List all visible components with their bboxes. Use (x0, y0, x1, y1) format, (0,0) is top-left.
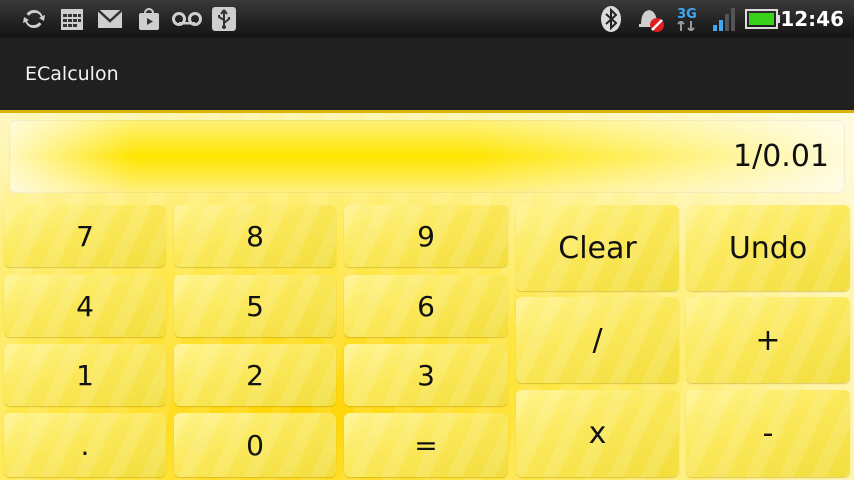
voicemail-icon (170, 6, 204, 32)
key-4[interactable]: 4 (4, 275, 166, 337)
key-3[interactable]: 3 (344, 344, 508, 406)
key-2[interactable]: 2 (174, 344, 336, 406)
status-bar: 3G 12:46 (0, 0, 854, 38)
alarm-off-icon (634, 6, 668, 32)
gmail-icon (96, 6, 124, 32)
usb-icon (210, 6, 238, 32)
key-7[interactable]: 7 (4, 205, 166, 267)
key-1[interactable]: 1 (4, 344, 166, 406)
calculator-panel: 1/0.01 7 8 9 4 5 6 1 2 3 . 0 = Clear Und… (0, 113, 854, 480)
key-5[interactable]: 5 (174, 275, 336, 337)
key-8[interactable]: 8 (174, 205, 336, 267)
sync-icon (20, 6, 48, 32)
key-divide[interactable]: / (516, 297, 679, 383)
status-clock: 12:46 (780, 7, 844, 31)
title-bar: ECalculon (0, 38, 854, 113)
key-plus[interactable]: + (686, 297, 850, 383)
battery-icon (744, 6, 782, 32)
result-display: 1/0.01 (9, 120, 845, 193)
key-minus[interactable]: - (686, 390, 850, 477)
app-title: ECalculon (25, 63, 119, 85)
key-decimal[interactable]: . (4, 413, 166, 477)
key-equals[interactable]: = (344, 413, 508, 477)
3g-icon: 3G (672, 6, 702, 32)
key-multiply[interactable]: x (516, 390, 679, 477)
key-9[interactable]: 9 (344, 205, 508, 267)
display-value: 1/0.01 (733, 139, 829, 174)
market-icon (136, 6, 162, 32)
undo-button[interactable]: Undo (686, 205, 850, 291)
bluetooth-icon (598, 6, 624, 32)
calendar-icon (58, 6, 86, 32)
key-6[interactable]: 6 (344, 275, 508, 337)
clear-button[interactable]: Clear (516, 205, 679, 291)
signal-icon (710, 6, 738, 32)
key-0[interactable]: 0 (174, 413, 336, 477)
